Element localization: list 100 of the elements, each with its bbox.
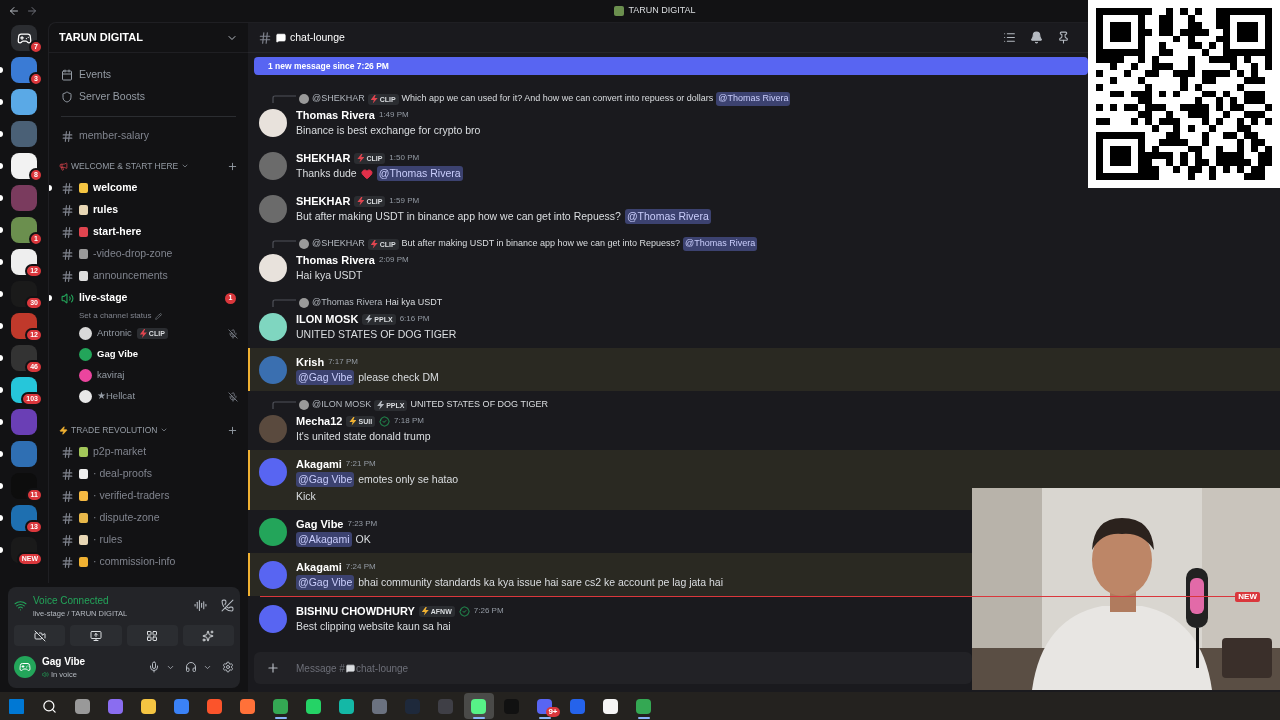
- author-name[interactable]: SHEKHAR: [296, 192, 351, 210]
- channel-item[interactable]: start-here: [55, 221, 242, 243]
- calendar-icon: [61, 69, 73, 81]
- channel-item[interactable]: -video-drop-zone: [55, 243, 242, 265]
- user-mention[interactable]: @Thomas Rivera: [376, 165, 463, 182]
- hash-icon: [61, 489, 74, 503]
- hash-icon: [61, 533, 74, 547]
- author-name[interactable]: Thomas Rivera: [296, 251, 375, 269]
- voice-action-button[interactable]: [14, 625, 66, 646]
- bell-icon[interactable]: [1030, 31, 1043, 44]
- app-icon: [141, 698, 156, 714]
- voice-action-button[interactable]: [70, 625, 122, 646]
- list-icon[interactable]: [1003, 31, 1016, 44]
- channel-item[interactable]: · verified-traders: [55, 485, 242, 507]
- server-icon[interactable]: [11, 505, 37, 531]
- attach-icon[interactable]: [266, 661, 280, 675]
- channel-item[interactable]: · dispute-zone: [55, 507, 242, 529]
- app-icon: [570, 698, 585, 714]
- app-icon: [207, 698, 222, 714]
- taskbar-app[interactable]: [463, 693, 494, 719]
- author-name[interactable]: SHEKHAR: [296, 149, 351, 167]
- reply-author[interactable]: @SHEKHAR: [312, 92, 365, 106]
- author-name[interactable]: Krish: [296, 353, 325, 371]
- reply-text[interactable]: But after making USDT in binance app how we can get into Repuess?: [401, 237, 681, 251]
- channel-item[interactable]: rules: [55, 199, 242, 221]
- message-text: UNITED STATES OF DOG TIGER: [296, 326, 457, 342]
- reply-author[interactable]: @Thomas Rivera: [312, 296, 383, 310]
- user-avatar[interactable]: [259, 109, 287, 137]
- reply-text[interactable]: UNITED STATES OF DOG TIGER: [410, 398, 548, 412]
- microphone-icon[interactable]: [148, 661, 160, 673]
- server-name[interactable]: TARUN DIGITAL: [59, 29, 143, 46]
- user-mention[interactable]: @Thomas Rivera: [683, 237, 758, 251]
- message-time: 7:26 PM: [473, 605, 504, 617]
- hash-icon: [61, 445, 74, 459]
- voice-member[interactable]: ★Hellcat: [49, 386, 248, 407]
- author-name[interactable]: Gag Vibe: [296, 515, 344, 533]
- home-button[interactable]: [11, 25, 37, 51]
- server-icon[interactable]: [11, 89, 37, 115]
- server-icon[interactable]: [11, 313, 37, 339]
- author-name[interactable]: Thomas Rivera: [296, 106, 375, 124]
- category-header[interactable]: WELCOME & START HERE: [71, 159, 179, 173]
- user-avatar[interactable]: [259, 254, 287, 282]
- author-name[interactable]: Mecha12: [296, 412, 343, 430]
- user-mention[interactable]: @Gag Vibe: [296, 574, 355, 591]
- voice-status: Voice Connected: [33, 593, 110, 608]
- pencil-icon: [154, 312, 162, 320]
- server-icon[interactable]: [11, 473, 37, 499]
- channel-item[interactable]: · rules: [55, 529, 242, 551]
- category-header[interactable]: TRADE REVOLUTION: [71, 423, 158, 437]
- user-mention[interactable]: @Gag Vibe: [296, 369, 355, 386]
- reply-text[interactable]: Which app we can used for it? And how we can convert into repuess or dollars: [401, 92, 714, 106]
- author-name[interactable]: ILON MOSK: [296, 310, 359, 328]
- message-text: OK: [355, 531, 371, 547]
- user-avatar[interactable]: [259, 313, 287, 341]
- sidebar-item[interactable]: Events: [55, 64, 242, 86]
- author-name[interactable]: Akagami: [296, 455, 342, 473]
- user-mention[interactable]: @Gag Vibe: [296, 471, 355, 488]
- sidebar-item[interactable]: Server Boosts: [55, 86, 242, 108]
- author-name[interactable]: Akagami: [296, 558, 342, 576]
- settings-icon[interactable]: [222, 661, 234, 673]
- reply-connector: [272, 401, 296, 409]
- app-icon: [405, 698, 420, 714]
- user-mention[interactable]: @Thomas Rivera: [624, 208, 711, 225]
- disconnect-icon[interactable]: [221, 599, 234, 613]
- app-icon: [306, 698, 321, 714]
- server-icon[interactable]: [11, 153, 37, 179]
- voice-action-button[interactable]: [182, 625, 234, 646]
- reply-author[interactable]: @SHEKHAR: [312, 237, 365, 251]
- pin-icon[interactable]: [1057, 31, 1070, 44]
- taskbar-app[interactable]: 9+: [529, 693, 560, 719]
- add-channel-icon[interactable]: [227, 424, 238, 436]
- channel-item[interactable]: p2p-market: [55, 441, 242, 463]
- add-channel-icon[interactable]: [227, 160, 238, 172]
- user-mention[interactable]: @Akagami: [296, 531, 352, 548]
- voice-member[interactable]: kaviraj: [49, 365, 248, 386]
- server-icon[interactable]: [11, 345, 37, 371]
- new-messages-banner[interactable]: 1 new message since 7:26 PM: [254, 57, 1088, 75]
- reply-text[interactable]: Hai kya USDT: [385, 296, 443, 310]
- channel-item[interactable]: · deal-proofs: [55, 463, 242, 485]
- user-avatar[interactable]: [14, 656, 36, 678]
- user-mention[interactable]: @Thomas Rivera: [716, 92, 791, 106]
- channel-item[interactable]: · commission-info: [55, 551, 242, 573]
- message-text: please check DM: [358, 369, 439, 385]
- voice-member[interactable]: Gag Vibe: [49, 344, 248, 365]
- user-avatar[interactable]: [259, 518, 287, 546]
- reply-author[interactable]: @ILON MOSK: [312, 398, 372, 412]
- headphones-icon[interactable]: [185, 661, 197, 673]
- server-icon[interactable]: [11, 249, 37, 275]
- megaphone-icon: [59, 161, 68, 171]
- chevron-icon: [181, 162, 190, 170]
- sound-wave-icon[interactable]: [194, 599, 207, 613]
- reply-avatar: [299, 400, 309, 410]
- channel-item[interactable]: member-salary: [55, 125, 242, 147]
- channel-item[interactable]: announcements: [55, 265, 242, 287]
- server-icon[interactable]: [11, 281, 37, 307]
- author-name[interactable]: BISHNU CHOWDHURY: [296, 602, 415, 620]
- channel-item[interactable]: welcome: [55, 177, 242, 199]
- channel-status[interactable]: Set a channel status: [79, 310, 152, 322]
- voice-action-button[interactable]: [126, 625, 178, 646]
- back-icon[interactable]: [8, 5, 20, 17]
